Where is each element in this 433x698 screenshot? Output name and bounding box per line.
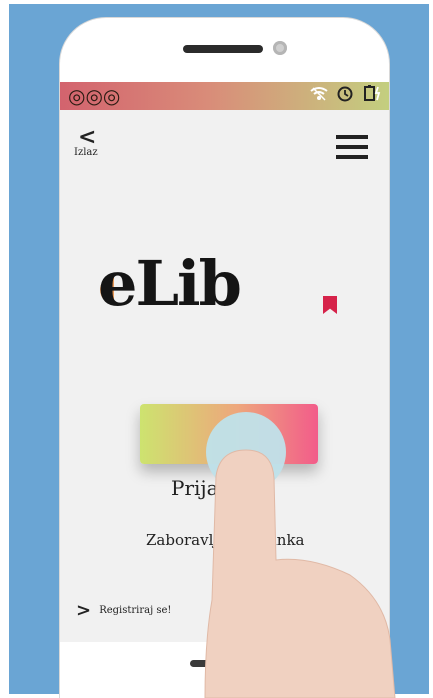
status-bar: ◎◎◎: [60, 82, 389, 110]
alarm-icon: [336, 84, 354, 107]
logo-text: eLib: [98, 247, 242, 320]
phone-camera: [273, 41, 287, 55]
exit-button[interactable]: < Izlaz: [74, 126, 110, 160]
phone-speaker: [183, 45, 263, 53]
home-indicator[interactable]: [190, 660, 250, 667]
register-link[interactable]: > Registriraj se!: [76, 600, 171, 621]
forgot-password-link[interactable]: Zaboravljena lozinka: [146, 531, 305, 549]
bookmark-icon: [323, 296, 337, 314]
hamburger-menu-button[interactable]: [336, 135, 368, 159]
menu-bar-2: [336, 145, 368, 149]
menu-bar-1: [336, 135, 368, 139]
exit-label: Izlaz: [74, 147, 98, 158]
login-label[interactable]: Prijava se: [171, 476, 270, 500]
status-right-icons: [307, 84, 383, 107]
chevron-right-icon: >: [76, 600, 92, 621]
menu-bar-3: [336, 155, 368, 159]
back-arrow-icon: <: [78, 124, 97, 150]
home-icon[interactable]: ⌂: [365, 598, 379, 619]
elib-logo: eLib: [98, 248, 358, 320]
wifi-icon: [309, 86, 328, 107]
register-label: Registriraj se!: [99, 605, 172, 616]
status-notification-icons: ◎◎◎: [68, 84, 121, 108]
login-button[interactable]: [140, 404, 318, 464]
app-screen: ◎◎◎ < Izlaz eLib Prijava se Zaboravljena…: [60, 82, 389, 642]
battery-charging-icon: [363, 84, 383, 107]
